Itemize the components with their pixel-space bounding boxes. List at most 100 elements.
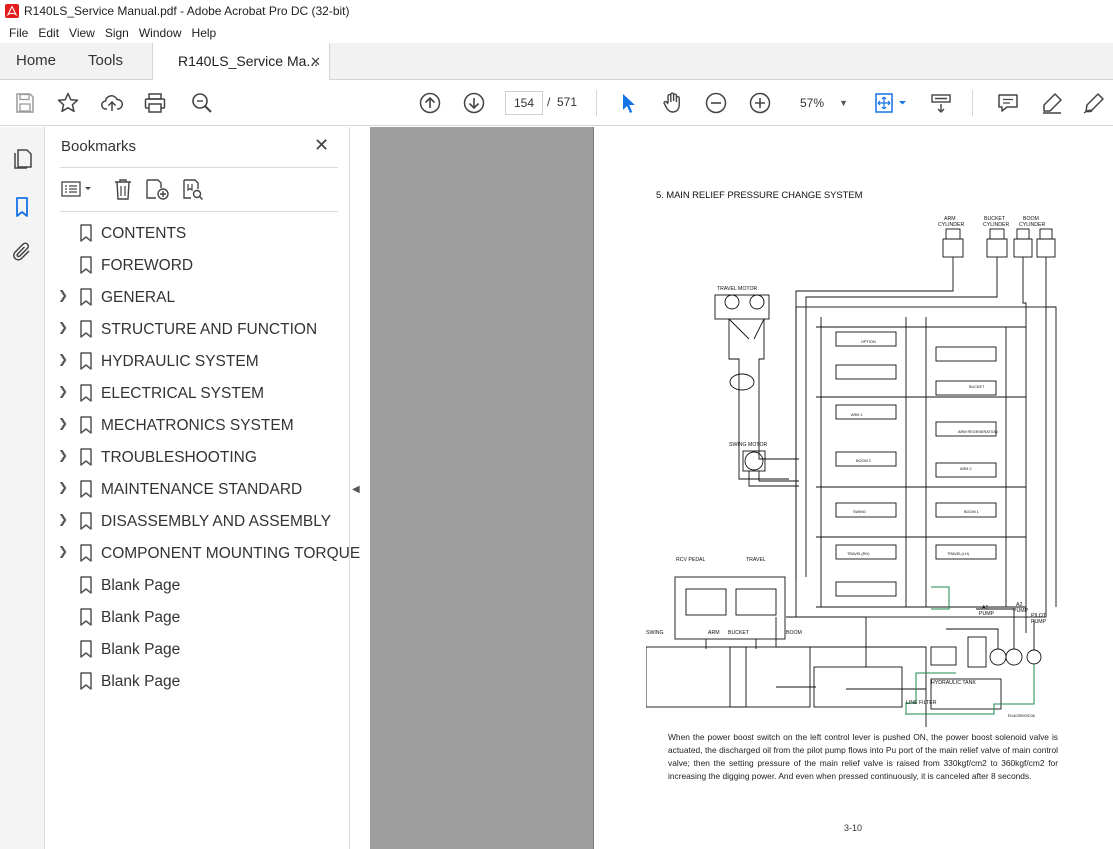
label-arm1: ARM 1: [851, 413, 863, 417]
fit-page-icon[interactable]: [873, 91, 909, 115]
bookmark-label: STRUCTURE AND FUNCTION: [101, 321, 318, 338]
find-bookmark-icon[interactable]: [180, 177, 206, 201]
label-swing: SWING: [646, 630, 664, 636]
chevron-right-icon[interactable]: ❯: [58, 448, 68, 462]
bookmark-icon: [80, 544, 92, 562]
chevron-right-icon[interactable]: ❯: [58, 384, 68, 398]
highlight-pen-icon[interactable]: [1040, 91, 1064, 115]
bookmark-label: Blank Page: [101, 609, 181, 626]
bookmark-item[interactable]: ❯ GENERAL: [46, 282, 350, 314]
page-number-input[interactable]: 154: [505, 91, 543, 115]
acrobat-app-icon: [5, 4, 19, 18]
bookmark-item[interactable]: Blank Page: [46, 570, 350, 602]
bookmark-label: GENERAL: [101, 289, 176, 306]
star-icon[interactable]: [56, 91, 80, 115]
bookmark-icon: [80, 288, 92, 306]
menu-file[interactable]: File: [4, 26, 33, 40]
bookmark-icon: [80, 416, 92, 434]
label-travel-lh: TRAVEL(LH): [947, 552, 970, 556]
label-bucket: BUCKET: [728, 630, 750, 636]
bookmark-item[interactable]: ❯ HYDRAULIC SYSTEM: [46, 346, 350, 378]
hand-tool-icon[interactable]: [660, 91, 684, 115]
bookmark-item[interactable]: FOREWORD: [46, 250, 350, 282]
zoom-out-icon[interactable]: [704, 91, 728, 115]
bookmark-options-icon[interactable]: [60, 177, 96, 201]
label-swing-spool: SWING: [853, 510, 866, 514]
label-swing-motor: SWING MOTOR: [729, 442, 767, 448]
chevron-right-icon[interactable]: ❯: [58, 416, 68, 430]
bookmark-item[interactable]: Blank Page: [46, 602, 350, 634]
divider: [60, 211, 338, 212]
menu-window[interactable]: Window: [134, 26, 187, 40]
bookmark-item[interactable]: ❯ STRUCTURE AND FUNCTION: [46, 314, 350, 346]
menu-view[interactable]: View: [64, 26, 100, 40]
zoom-in-icon[interactable]: [748, 91, 772, 115]
label-travel: TRAVEL: [746, 557, 766, 563]
label-drawing-code: R1403SH3C06: [1008, 713, 1036, 718]
bookmark-icon: [80, 224, 92, 242]
scroll-mode-icon[interactable]: [929, 91, 953, 115]
bookmark-icon: [80, 352, 92, 370]
chevron-right-icon[interactable]: ❯: [58, 544, 68, 558]
bookmark-icon: [80, 480, 92, 498]
bookmark-item[interactable]: ❯ DISASSEMBLY AND ASSEMBLY: [46, 506, 350, 538]
page-separator: /: [547, 95, 551, 109]
bookmark-item[interactable]: ❯ MECHATRONICS SYSTEM: [46, 410, 350, 442]
tab-home[interactable]: Home: [16, 43, 56, 79]
sign-pen-icon[interactable]: [1082, 91, 1106, 115]
toolbar-divider: [596, 90, 597, 116]
bookmark-label: HYDRAULIC SYSTEM: [101, 353, 259, 370]
label-hydraulic-tank: HYDRAULIC TANK: [931, 680, 976, 686]
bookmark-item[interactable]: CONTENTS: [46, 218, 350, 250]
label-option: OPTION: [861, 340, 876, 344]
close-icon[interactable]: ✕: [314, 135, 329, 156]
comment-icon[interactable]: [996, 91, 1020, 115]
bookmark-label: Blank Page: [101, 577, 181, 594]
chevron-right-icon[interactable]: ❯: [58, 480, 68, 494]
next-page-icon[interactable]: [462, 91, 486, 115]
chevron-right-icon[interactable]: ❯: [58, 288, 68, 302]
attachments-paperclip-icon[interactable]: [10, 240, 34, 264]
delete-bookmark-icon[interactable]: [110, 177, 136, 201]
title-bar: R140LS_Service Manual.pdf - Adobe Acroba…: [0, 0, 1113, 22]
previous-page-icon[interactable]: [418, 91, 442, 115]
save-icon[interactable]: [13, 91, 37, 115]
bookmarks-panel-icon[interactable]: [10, 195, 34, 219]
label-a1-pump-2: PUMP: [979, 611, 995, 617]
bookmark-item[interactable]: Blank Page: [46, 634, 350, 666]
bookmarks-header: Bookmarks: [61, 138, 137, 155]
zoom-search-icon[interactable]: [190, 91, 214, 115]
label-travel-rh: TRAVEL(RH): [847, 552, 870, 556]
chevron-right-icon[interactable]: ❯: [58, 320, 68, 334]
zoom-level-dropdown[interactable]: 57% ▼: [790, 91, 854, 115]
label-boom2: BOOM 2: [856, 459, 871, 463]
bookmark-item[interactable]: ❯ ELECTRICAL SYSTEM: [46, 378, 350, 410]
label-arm2: ARM 2: [960, 467, 972, 471]
tab-close-icon[interactable]: ✕: [310, 43, 321, 80]
collapse-panel-handle[interactable]: ◀: [352, 484, 360, 495]
bookmark-icon: [80, 256, 92, 274]
print-icon[interactable]: [143, 91, 167, 115]
chevron-right-icon[interactable]: ❯: [58, 512, 68, 526]
menu-sign[interactable]: Sign: [100, 26, 134, 40]
bookmark-label: ELECTRICAL SYSTEM: [101, 385, 265, 402]
select-cursor-icon[interactable]: [616, 91, 640, 115]
menu-help[interactable]: Help: [187, 26, 222, 40]
chevron-right-icon[interactable]: ❯: [58, 352, 68, 366]
new-bookmark-icon[interactable]: [144, 177, 170, 201]
bookmark-item[interactable]: Blank Page: [46, 666, 350, 698]
bookmark-icon: [80, 576, 92, 594]
label-arm-regen: ARM REGENERATION: [958, 430, 998, 434]
chevron-down-icon: ▼: [839, 98, 848, 108]
divider: [60, 167, 338, 168]
tab-document[interactable]: R140LS_Service Ma... ✕: [152, 43, 330, 80]
tab-tools[interactable]: Tools: [88, 43, 123, 79]
page-thumbnails-icon[interactable]: [10, 147, 34, 171]
label-boom1: BOOM 1: [964, 510, 979, 514]
upload-cloud-icon[interactable]: [100, 91, 124, 115]
bookmark-icon: [80, 640, 92, 658]
bookmark-item[interactable]: ❯ COMPONENT MOUNTING TORQUE: [46, 538, 360, 570]
bookmark-item[interactable]: ❯ MAINTENANCE STANDARD: [46, 474, 350, 506]
menu-edit[interactable]: Edit: [33, 26, 64, 40]
bookmark-item[interactable]: ❯ TROUBLESHOOTING: [46, 442, 350, 474]
